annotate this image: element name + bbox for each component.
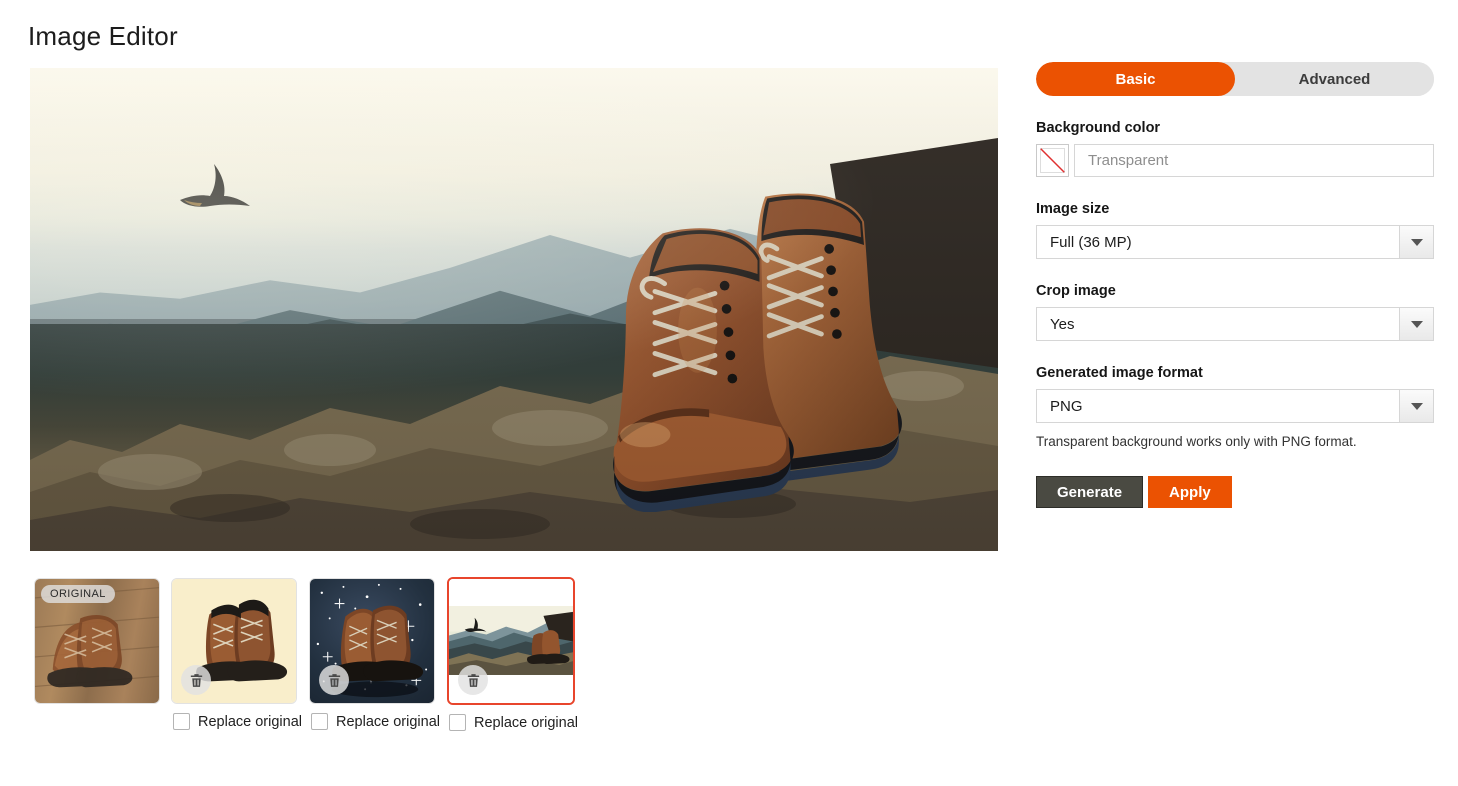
main-image-preview[interactable] [30, 68, 998, 551]
boots-illustration [562, 136, 949, 513]
replace-original-row[interactable]: Replace original [309, 713, 440, 730]
transparent-slash-icon[interactable] [1036, 144, 1069, 177]
thumbnail-cell-cream: Replace original [171, 578, 302, 730]
delete-icon[interactable] [181, 665, 211, 695]
crop-image-value: Yes [1037, 308, 1399, 340]
thumbnail-cell-space: Replace original [309, 578, 440, 730]
variant-landscape-thumbnail[interactable] [447, 577, 575, 705]
generated-image-format-label: Generated image format [1036, 365, 1434, 381]
background-color-input[interactable]: Transparent [1074, 144, 1434, 177]
generated-image-format-value: PNG [1037, 390, 1399, 422]
tab-advanced[interactable]: Advanced [1235, 62, 1434, 96]
image-editor-page: Image Editor [0, 0, 1458, 786]
replace-original-checkbox[interactable] [449, 714, 466, 731]
settings-panel: Basic Advanced Background color Transpar… [1036, 62, 1434, 508]
chevron-down-icon[interactable] [1399, 308, 1433, 340]
background-color-row: Transparent [1036, 144, 1434, 177]
replace-original-checkbox[interactable] [311, 713, 328, 730]
thumbnail-cell-landscape: Replace original [447, 577, 578, 731]
format-hint: Transparent background works only with P… [1036, 434, 1434, 449]
replace-original-label: Replace original [474, 715, 578, 731]
page-title: Image Editor [28, 21, 178, 52]
chevron-down-icon[interactable] [1399, 390, 1433, 422]
background-color-label: Background color [1036, 120, 1434, 136]
replace-original-checkbox[interactable] [173, 713, 190, 730]
variant-space-thumbnail[interactable] [309, 578, 435, 704]
action-buttons: Generate Apply [1036, 476, 1434, 508]
generate-button[interactable]: Generate [1036, 476, 1143, 508]
replace-original-row[interactable]: Replace original [171, 713, 302, 730]
crop-image-select[interactable]: Yes [1036, 307, 1434, 341]
variant-cream-thumbnail[interactable] [171, 578, 297, 704]
original-badge: ORIGINAL [41, 585, 115, 603]
original-thumbnail[interactable]: ORIGINAL [34, 578, 160, 704]
delete-icon[interactable] [458, 665, 488, 695]
replace-original-row[interactable]: Replace original [447, 714, 578, 731]
chevron-down-icon[interactable] [1399, 226, 1433, 258]
image-size-select[interactable]: Full (36 MP) [1036, 225, 1434, 259]
image-size-value: Full (36 MP) [1037, 226, 1399, 258]
tab-basic[interactable]: Basic [1036, 62, 1235, 96]
replace-original-label: Replace original [336, 714, 440, 730]
replace-original-label: Replace original [198, 714, 302, 730]
crop-image-label: Crop image [1036, 283, 1434, 299]
delete-icon[interactable] [319, 665, 349, 695]
bird-icon [170, 160, 256, 216]
generated-image-format-select[interactable]: PNG [1036, 389, 1434, 423]
thumbnail-cell-original: ORIGINAL [34, 578, 160, 704]
mode-tabs: Basic Advanced [1036, 62, 1434, 96]
apply-button[interactable]: Apply [1148, 476, 1232, 508]
image-size-label: Image size [1036, 201, 1434, 217]
